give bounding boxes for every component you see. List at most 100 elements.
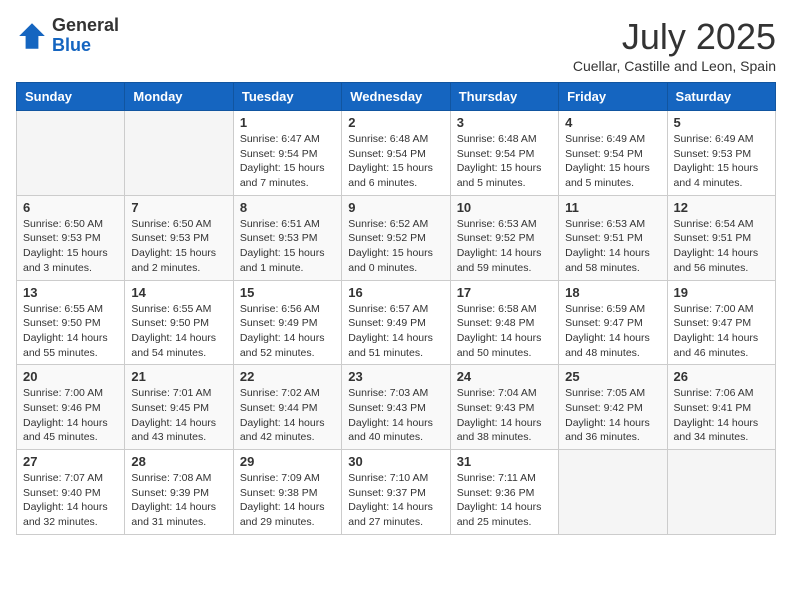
calendar-cell: 23 Sunrise: 7:03 AM Sunset: 9:43 PM Dayli… xyxy=(342,365,450,450)
calendar-cell xyxy=(667,450,775,535)
day-number: 2 xyxy=(348,115,443,130)
cell-content: Sunrise: 6:50 AM Sunset: 9:53 PM Dayligh… xyxy=(23,217,118,276)
cell-content: Sunrise: 7:04 AM Sunset: 9:43 PM Dayligh… xyxy=(457,386,552,445)
page-header: General Blue July 2025 Cuellar, Castille… xyxy=(16,16,776,74)
cell-content: Sunrise: 7:05 AM Sunset: 9:42 PM Dayligh… xyxy=(565,386,660,445)
day-number: 26 xyxy=(674,369,769,384)
cell-content: Sunrise: 7:02 AM Sunset: 9:44 PM Dayligh… xyxy=(240,386,335,445)
cell-content: Sunrise: 6:50 AM Sunset: 9:53 PM Dayligh… xyxy=(131,217,226,276)
day-number: 31 xyxy=(457,454,552,469)
day-number: 23 xyxy=(348,369,443,384)
calendar-cell: 16Sunrise: 6:57 AM Sunset: 9:49 PM Dayli… xyxy=(342,280,450,365)
day-number: 3 xyxy=(457,115,552,130)
logo-icon xyxy=(16,20,48,52)
calendar-cell: 17 Sunrise: 6:58 AM Sunset: 9:48 PM Dayli… xyxy=(450,280,558,365)
weekday-header-friday: Friday xyxy=(559,83,667,111)
day-number: 8 xyxy=(240,200,335,215)
cell-content: Sunrise: 6:53 AM Sunset: 9:52 PM Dayligh… xyxy=(457,217,552,276)
calendar-cell xyxy=(559,450,667,535)
cell-content: Sunrise: 7:11 AM Sunset: 9:36 PM Dayligh… xyxy=(457,471,552,530)
logo-general: General xyxy=(52,15,119,35)
cell-content: Sunrise: 7:01 AM Sunset: 9:45 PM Dayligh… xyxy=(131,386,226,445)
calendar-cell: 20Sunrise: 7:00 AM Sunset: 9:46 PM Dayli… xyxy=(17,365,125,450)
calendar-cell: 28 Sunrise: 7:08 AM Sunset: 9:39 PM Dayli… xyxy=(125,450,233,535)
calendar-cell: 3 Sunrise: 6:48 AM Sunset: 9:54 PM Daylig… xyxy=(450,111,558,196)
logo-text: General Blue xyxy=(52,16,119,56)
cell-content: Sunrise: 6:55 AM Sunset: 9:50 PM Dayligh… xyxy=(23,302,118,361)
cell-content: Sunrise: 7:10 AM Sunset: 9:37 PM Dayligh… xyxy=(348,471,443,530)
day-number: 25 xyxy=(565,369,660,384)
cell-content: Sunrise: 6:48 AM Sunset: 9:54 PM Dayligh… xyxy=(348,132,443,191)
cell-content: Sunrise: 6:56 AM Sunset: 9:49 PM Dayligh… xyxy=(240,302,335,361)
cell-content: Sunrise: 6:58 AM Sunset: 9:48 PM Dayligh… xyxy=(457,302,552,361)
calendar-cell xyxy=(17,111,125,196)
logo: General Blue xyxy=(16,16,119,56)
calendar-cell: 18Sunrise: 6:59 AM Sunset: 9:47 PM Dayli… xyxy=(559,280,667,365)
calendar-cell: 13Sunrise: 6:55 AM Sunset: 9:50 PM Dayli… xyxy=(17,280,125,365)
calendar-cell: 25 Sunrise: 7:05 AM Sunset: 9:42 PM Dayli… xyxy=(559,365,667,450)
day-number: 29 xyxy=(240,454,335,469)
day-number: 5 xyxy=(674,115,769,130)
day-number: 10 xyxy=(457,200,552,215)
weekday-header-sunday: Sunday xyxy=(17,83,125,111)
cell-content: Sunrise: 6:54 AM Sunset: 9:51 PM Dayligh… xyxy=(674,217,769,276)
calendar-week-4: 20Sunrise: 7:00 AM Sunset: 9:46 PM Dayli… xyxy=(17,365,776,450)
calendar-cell: 15Sunrise: 6:56 AM Sunset: 9:49 PM Dayli… xyxy=(233,280,341,365)
calendar-week-1: 1 Sunrise: 6:47 AM Sunset: 9:54 PM Daylig… xyxy=(17,111,776,196)
cell-content: Sunrise: 6:47 AM Sunset: 9:54 PM Dayligh… xyxy=(240,132,335,191)
calendar-cell: 11Sunrise: 6:53 AM Sunset: 9:51 PM Dayli… xyxy=(559,195,667,280)
calendar-week-3: 13Sunrise: 6:55 AM Sunset: 9:50 PM Dayli… xyxy=(17,280,776,365)
day-number: 14 xyxy=(131,285,226,300)
day-number: 9 xyxy=(348,200,443,215)
calendar-week-2: 6 Sunrise: 6:50 AM Sunset: 9:53 PM Daylig… xyxy=(17,195,776,280)
weekday-header-tuesday: Tuesday xyxy=(233,83,341,111)
cell-content: Sunrise: 6:59 AM Sunset: 9:47 PM Dayligh… xyxy=(565,302,660,361)
cell-content: Sunrise: 7:00 AM Sunset: 9:46 PM Dayligh… xyxy=(23,386,118,445)
calendar-table: SundayMondayTuesdayWednesdayThursdayFrid… xyxy=(16,82,776,535)
day-number: 1 xyxy=(240,115,335,130)
calendar-cell: 22 Sunrise: 7:02 AM Sunset: 9:44 PM Dayli… xyxy=(233,365,341,450)
calendar-cell: 1 Sunrise: 6:47 AM Sunset: 9:54 PM Daylig… xyxy=(233,111,341,196)
day-number: 16 xyxy=(348,285,443,300)
cell-content: Sunrise: 6:53 AM Sunset: 9:51 PM Dayligh… xyxy=(565,217,660,276)
calendar-week-5: 27Sunrise: 7:07 AM Sunset: 9:40 PM Dayli… xyxy=(17,450,776,535)
weekday-header-row: SundayMondayTuesdayWednesdayThursdayFrid… xyxy=(17,83,776,111)
cell-content: Sunrise: 6:52 AM Sunset: 9:52 PM Dayligh… xyxy=(348,217,443,276)
day-number: 12 xyxy=(674,200,769,215)
calendar-cell xyxy=(125,111,233,196)
cell-content: Sunrise: 6:51 AM Sunset: 9:53 PM Dayligh… xyxy=(240,217,335,276)
day-number: 24 xyxy=(457,369,552,384)
weekday-header-wednesday: Wednesday xyxy=(342,83,450,111)
calendar-cell: 8 Sunrise: 6:51 AM Sunset: 9:53 PM Daylig… xyxy=(233,195,341,280)
cell-content: Sunrise: 6:48 AM Sunset: 9:54 PM Dayligh… xyxy=(457,132,552,191)
calendar-cell: 4Sunrise: 6:49 AM Sunset: 9:54 PM Daylig… xyxy=(559,111,667,196)
cell-content: Sunrise: 7:00 AM Sunset: 9:47 PM Dayligh… xyxy=(674,302,769,361)
calendar-cell: 2 Sunrise: 6:48 AM Sunset: 9:54 PM Daylig… xyxy=(342,111,450,196)
weekday-header-monday: Monday xyxy=(125,83,233,111)
cell-content: Sunrise: 6:49 AM Sunset: 9:53 PM Dayligh… xyxy=(674,132,769,191)
day-number: 6 xyxy=(23,200,118,215)
cell-content: Sunrise: 7:03 AM Sunset: 9:43 PM Dayligh… xyxy=(348,386,443,445)
day-number: 22 xyxy=(240,369,335,384)
calendar-cell: 30 Sunrise: 7:10 AM Sunset: 9:37 PM Dayli… xyxy=(342,450,450,535)
calendar-cell: 9 Sunrise: 6:52 AM Sunset: 9:52 PM Daylig… xyxy=(342,195,450,280)
calendar-cell: 21Sunrise: 7:01 AM Sunset: 9:45 PM Dayli… xyxy=(125,365,233,450)
day-number: 7 xyxy=(131,200,226,215)
title-block: July 2025 Cuellar, Castille and Leon, Sp… xyxy=(573,16,776,74)
day-number: 19 xyxy=(674,285,769,300)
location-title: Cuellar, Castille and Leon, Spain xyxy=(573,58,776,74)
day-number: 30 xyxy=(348,454,443,469)
month-title: July 2025 xyxy=(573,16,776,58)
calendar-cell: 24 Sunrise: 7:04 AM Sunset: 9:43 PM Dayli… xyxy=(450,365,558,450)
cell-content: Sunrise: 6:55 AM Sunset: 9:50 PM Dayligh… xyxy=(131,302,226,361)
cell-content: Sunrise: 7:08 AM Sunset: 9:39 PM Dayligh… xyxy=(131,471,226,530)
cell-content: Sunrise: 6:49 AM Sunset: 9:54 PM Dayligh… xyxy=(565,132,660,191)
cell-content: Sunrise: 7:09 AM Sunset: 9:38 PM Dayligh… xyxy=(240,471,335,530)
calendar-cell: 31 Sunrise: 7:11 AM Sunset: 9:36 PM Dayli… xyxy=(450,450,558,535)
day-number: 28 xyxy=(131,454,226,469)
calendar-cell: 6 Sunrise: 6:50 AM Sunset: 9:53 PM Daylig… xyxy=(17,195,125,280)
day-number: 17 xyxy=(457,285,552,300)
weekday-header-saturday: Saturday xyxy=(667,83,775,111)
day-number: 27 xyxy=(23,454,118,469)
calendar-cell: 14 Sunrise: 6:55 AM Sunset: 9:50 PM Dayli… xyxy=(125,280,233,365)
